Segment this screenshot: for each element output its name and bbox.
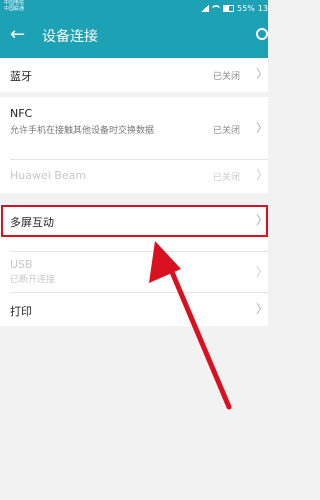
annotation-arrow-icon — [149, 241, 232, 410]
